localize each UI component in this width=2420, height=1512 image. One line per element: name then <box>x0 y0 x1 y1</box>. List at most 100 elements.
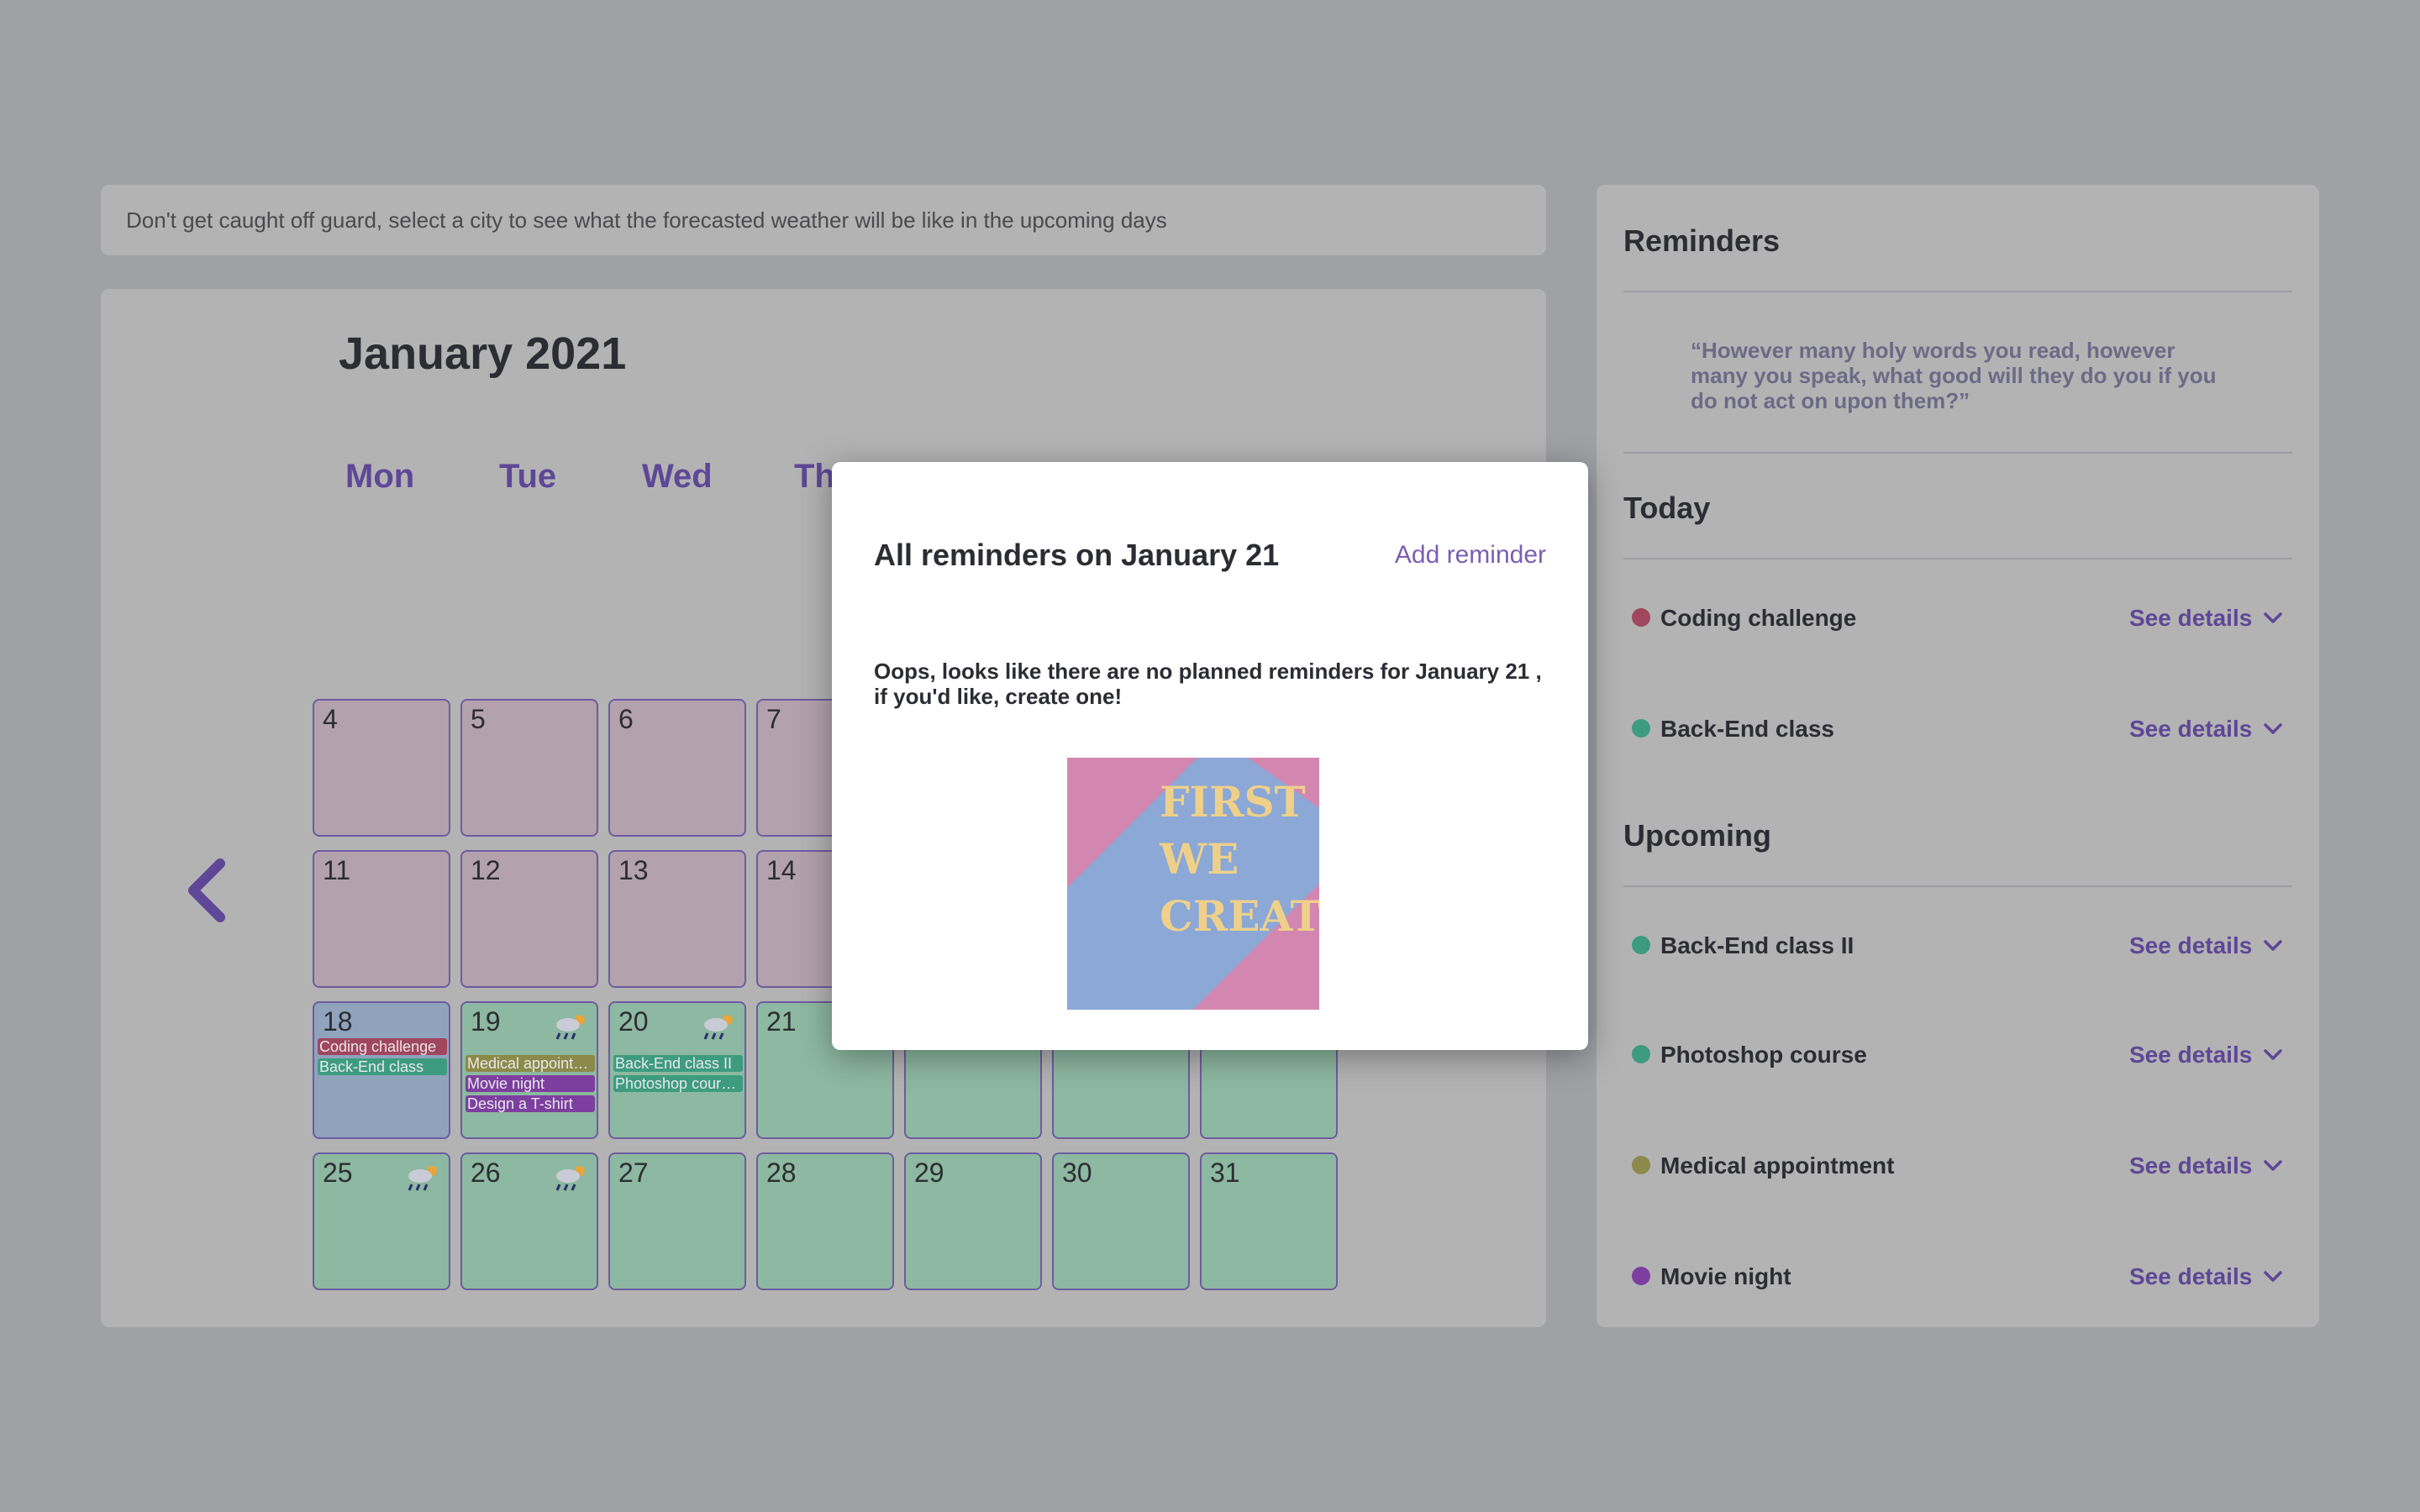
divider <box>1623 291 2292 292</box>
empty-state-message: Oops, looks like there are no planned re… <box>874 659 1542 709</box>
day-cell[interactable]: 20 Back-End class II Photoshop cour… <box>608 1001 746 1139</box>
day-number: 18 <box>323 1006 353 1037</box>
sidebar-title: Reminders <box>1623 223 1781 258</box>
day-cell[interactable]: 13 <box>608 850 746 988</box>
day-cell[interactable]: 12 <box>460 850 598 988</box>
chevron-down-icon[interactable] <box>2262 934 2284 956</box>
reminder-color-dot <box>1632 1045 1650 1063</box>
see-details-link[interactable]: See details <box>2129 1152 2252 1179</box>
reminder-title: Back-End class II <box>1660 932 1854 958</box>
day-number: 11 <box>323 855 351 885</box>
divider <box>1623 885 2292 887</box>
reminder-chip[interactable]: Back-End class II <box>613 1055 743 1072</box>
day-number: 27 <box>618 1158 649 1188</box>
day-number: 13 <box>618 855 649 885</box>
reminder-title: Photoshop course <box>1660 1042 1867 1068</box>
weather-banner: Don't get caught off guard, select a cit… <box>101 185 1546 255</box>
reminder-title: Coding challenge <box>1660 605 1857 631</box>
reminder-item: Medical appointment See details <box>1632 1149 2287 1183</box>
day-cell[interactable]: 4 <box>313 699 450 837</box>
day-cell[interactable]: 31 <box>1200 1152 1338 1290</box>
chevron-down-icon[interactable] <box>2262 717 2284 739</box>
day-number: 20 <box>618 1006 649 1037</box>
reminder-title: Medical appointment <box>1660 1152 1895 1179</box>
upcoming-heading: Upcoming <box>1623 818 1771 853</box>
see-details-link[interactable]: See details <box>2129 716 2252 743</box>
rain-sun-weather-icon <box>408 1166 437 1191</box>
modal-title: All reminders on January 21 <box>874 538 1280 572</box>
reminder-color-dot <box>1632 1156 1650 1174</box>
reminder-color-dot <box>1632 1267 1650 1285</box>
day-number: 7 <box>766 704 781 734</box>
day-cell[interactable]: 19 Medical appoint… Movie night Design a… <box>460 1001 598 1139</box>
day-number: 30 <box>1062 1158 1092 1188</box>
day-cell[interactable]: 5 <box>460 699 598 837</box>
chevron-down-icon[interactable] <box>2262 1043 2284 1065</box>
reminder-chip[interactable]: Coding challenge <box>318 1038 447 1055</box>
rain-sun-weather-icon <box>555 1166 585 1191</box>
day-number: 26 <box>471 1158 501 1188</box>
reminder-title: Movie night <box>1660 1263 1791 1289</box>
reminder-item: Back-End class II See details <box>1632 929 2287 963</box>
see-details-link[interactable]: See details <box>2129 1042 2252 1068</box>
reminder-chip[interactable]: Design a T-shirt <box>466 1095 595 1112</box>
first-we-create-illustration: FIRST WE CREATE <box>1067 758 1319 1010</box>
reminder-chip[interactable]: Photoshop cour… <box>613 1075 743 1092</box>
day-number: 29 <box>914 1158 944 1188</box>
day-cell[interactable]: 11 <box>313 850 450 988</box>
day-cell[interactable]: 30 <box>1052 1152 1190 1290</box>
day-number: 19 <box>471 1006 501 1037</box>
day-number: 6 <box>618 704 634 734</box>
see-details-link[interactable]: See details <box>2129 932 2252 959</box>
divider <box>1623 452 2292 454</box>
day-number: 5 <box>471 704 486 734</box>
day-number: 31 <box>1210 1158 1240 1188</box>
month-title: January 2021 <box>339 328 627 379</box>
illustration-word: FIRST <box>1160 777 1306 827</box>
reminder-item: Back-End class See details <box>1632 712 2287 746</box>
day-number: 25 <box>323 1158 353 1188</box>
day-cell[interactable]: 25 <box>313 1152 450 1290</box>
reminder-color-dot <box>1632 608 1650 627</box>
day-cell[interactable]: 27 <box>608 1152 746 1290</box>
see-details-link[interactable]: See details <box>2129 605 2252 632</box>
day-number: 4 <box>323 704 338 734</box>
see-details-link[interactable]: See details <box>2129 1263 2252 1290</box>
prev-month-chevron-icon[interactable] <box>183 858 230 922</box>
reminder-item: Photoshop course See details <box>1632 1038 2287 1072</box>
weather-banner-text: Don't get caught off guard, select a cit… <box>126 207 1167 233</box>
day-number: 12 <box>471 855 501 885</box>
reminder-chip[interactable]: Medical appoint… <box>466 1055 595 1072</box>
day-number: 21 <box>766 1006 797 1037</box>
day-cell[interactable]: 28 <box>756 1152 894 1290</box>
weekday-mon: Mon <box>345 458 415 495</box>
chevron-down-icon[interactable] <box>2262 1154 2284 1176</box>
day-cell[interactable]: 26 <box>460 1152 598 1290</box>
illustration-word: CREATE <box>1160 891 1319 941</box>
day-cell[interactable]: 6 <box>608 699 746 837</box>
quote-text: “However many holy words you read, howev… <box>1691 338 2217 413</box>
weekday-wed: Wed <box>642 458 713 495</box>
rain-sun-weather-icon <box>555 1015 585 1040</box>
today-heading: Today <box>1623 491 1711 525</box>
day-number: 14 <box>766 855 797 885</box>
reminder-color-dot <box>1632 936 1650 954</box>
divider <box>1623 558 2292 559</box>
reminder-chip[interactable]: Back-End class <box>318 1058 447 1075</box>
day-reminders-modal: All reminders on January 21 Add reminder… <box>832 462 1588 1050</box>
day-cell[interactable]: 29 <box>904 1152 1042 1290</box>
add-reminder-link[interactable]: Add reminder <box>1395 541 1546 570</box>
illustration-word: WE <box>1159 834 1239 884</box>
chevron-down-icon[interactable] <box>2262 606 2284 628</box>
weekday-thu: Th <box>794 458 835 495</box>
weekday-tue: Tue <box>499 458 557 495</box>
day-number: 28 <box>766 1158 797 1188</box>
reminder-item: Movie night See details <box>1632 1260 2287 1294</box>
reminder-chip[interactable]: Movie night <box>466 1075 595 1092</box>
day-cell-today[interactable]: 18 Coding challenge Back-End class <box>313 1001 450 1139</box>
reminder-title: Back-End class <box>1660 716 1834 742</box>
reminder-color-dot <box>1632 719 1650 738</box>
chevron-down-icon[interactable] <box>2262 1265 2284 1287</box>
reminder-item: Coding challenge See details <box>1632 601 2287 635</box>
rain-sun-weather-icon <box>703 1015 733 1040</box>
